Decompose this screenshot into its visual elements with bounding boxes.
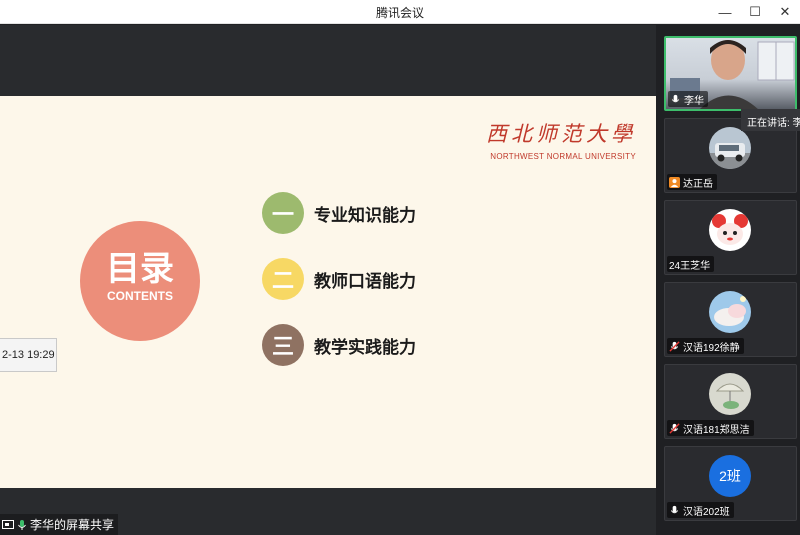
screen-share-label: 李华的屏幕共享 <box>0 514 119 535</box>
participant-tile-1[interactable]: 李华 <box>664 36 797 111</box>
toc-title: 目录 <box>106 250 174 288</box>
toc-item-2: 二 教师口语能力 <box>262 258 416 300</box>
avatar <box>709 373 751 415</box>
cartoon-avatar <box>709 209 751 251</box>
toc-item-3: 三 教学实践能力 <box>262 324 416 366</box>
speaking-tooltip: 正在讲话: 李 <box>741 109 800 131</box>
user-icon <box>669 176 680 188</box>
toc-number-1: 一 <box>262 192 304 234</box>
participant-tile-4[interactable]: 汉语192徐静 <box>664 282 797 357</box>
participant-name: 汉语181郑思洁 <box>683 424 750 436</box>
presentation-slide: 西北师范大學 NORTHWEST NORMAL UNIVERSITY 目录 CO… <box>0 96 656 488</box>
window-controls: — ☐ ✕ <box>710 0 800 24</box>
mic-muted-icon <box>669 340 680 352</box>
shared-screen-area[interactable]: 西北师范大學 NORTHWEST NORMAL UNIVERSITY 目录 CO… <box>0 25 656 535</box>
toc-title-circle: 目录 CONTENTS <box>80 221 200 341</box>
window-title: 腾讯会议 <box>375 6 424 20</box>
mic-icon <box>670 505 679 513</box>
participant-name: 李华 <box>684 95 704 107</box>
mic-icon <box>18 519 26 530</box>
participant-tile-5[interactable]: 汉语181郑思洁 <box>664 364 797 439</box>
minimize-button[interactable]: — <box>710 0 740 24</box>
participant-name-tag: 汉语181郑思洁 <box>667 420 754 436</box>
participant-name: 达正岳 <box>683 178 713 190</box>
umbrella-photo-avatar <box>709 373 751 415</box>
mic-icon <box>671 94 680 102</box>
maximize-button[interactable]: ☐ <box>740 0 770 24</box>
university-logo: 西北师范大學 NORTHWEST NORMAL UNIVERSITY <box>486 118 636 161</box>
screen-share-owner: 李华的屏幕共享 <box>30 518 115 532</box>
toc-label-1: 专业知识能力 <box>314 205 416 225</box>
mic-muted-icon <box>669 422 680 434</box>
timestamp-popup: 2-13 19:29 <box>0 338 57 372</box>
screen-share-icon <box>2 519 14 529</box>
participant-tile-3[interactable]: 24王芝华 <box>664 200 797 275</box>
avatar <box>709 291 751 333</box>
toc-number-2: 二 <box>262 258 304 300</box>
participant-name-tag: 李华 <box>668 91 708 107</box>
avatar <box>709 127 751 169</box>
participant-name: 汉语192徐静 <box>683 342 740 354</box>
university-name-cn: 西北师范大學 <box>486 122 636 146</box>
participant-sidebar: 李华 达正岳 24王芝华 汉语192徐静 汉语181郑思洁 2班 汉语202班 <box>656 25 800 535</box>
participant-tile-6[interactable]: 2班 汉语202班 <box>664 446 797 521</box>
participant-name-tag: 24王芝华 <box>667 256 715 272</box>
car-photo-avatar <box>709 127 751 169</box>
avatar-text-badge: 2班 <box>709 455 751 497</box>
toc-label-2: 教师口语能力 <box>314 271 416 291</box>
participant-name-tag: 达正岳 <box>667 174 717 190</box>
avatar <box>709 209 751 251</box>
toc-subtitle: CONTENTS <box>107 289 173 303</box>
title-bar: 腾讯会议 — ☐ ✕ <box>0 0 800 24</box>
participant-name: 24王芝华 <box>669 260 711 272</box>
participant-name: 汉语202班 <box>683 506 730 518</box>
close-button[interactable]: ✕ <box>770 0 800 24</box>
toc-label-3: 教学实践能力 <box>314 337 416 357</box>
university-name-en: NORTHWEST NORMAL UNIVERSITY <box>490 152 636 161</box>
participant-name-tag: 汉语202班 <box>667 502 734 518</box>
participant-name-tag: 汉语192徐静 <box>667 338 744 354</box>
toc-item-1: 一 专业知识能力 <box>262 192 416 234</box>
cloud-photo-avatar <box>709 291 751 333</box>
toc-number-3: 三 <box>262 324 304 366</box>
